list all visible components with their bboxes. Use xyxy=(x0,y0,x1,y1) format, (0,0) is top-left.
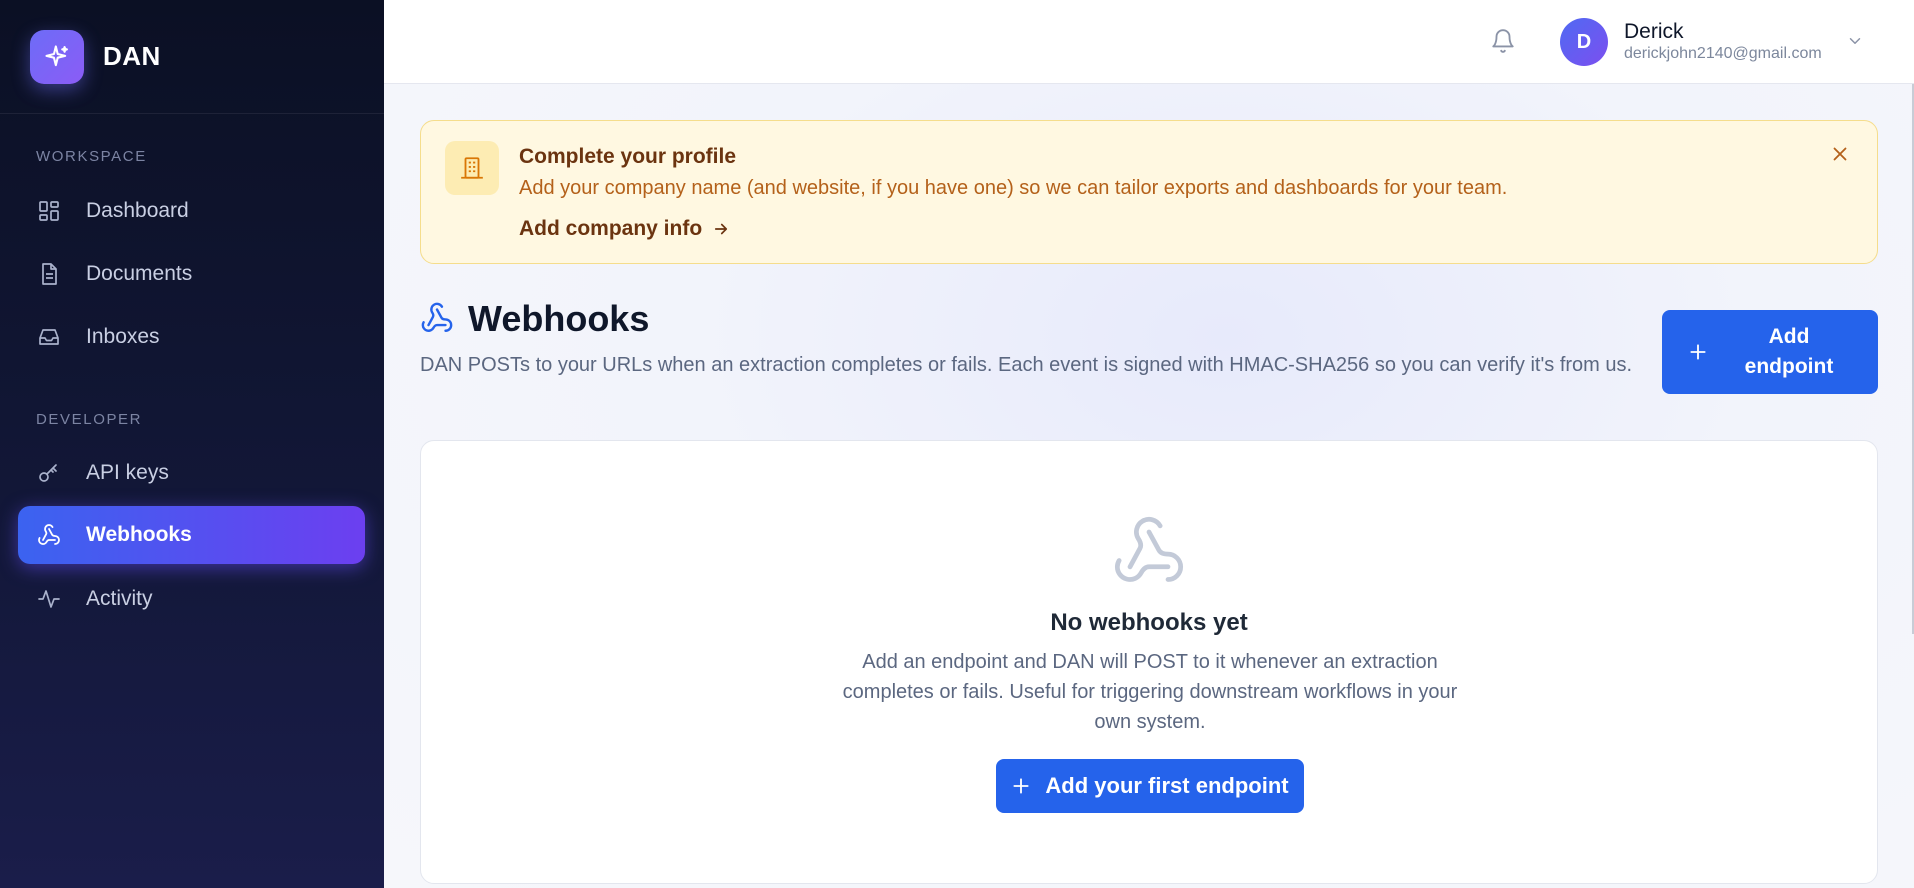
sidebar-item-inboxes[interactable]: Inboxes xyxy=(18,308,365,366)
avatar[interactable]: D xyxy=(1560,18,1608,66)
sidebar-item-webhooks[interactable]: Webhooks xyxy=(18,506,365,564)
user-email: derickjohn2140@gmail.com xyxy=(1624,45,1822,62)
add-company-info-link[interactable]: Add company info xyxy=(519,217,730,241)
user-name[interactable]: Derick xyxy=(1624,20,1684,44)
main-content: D Derick derickjohn2140@gmail.com Comple… xyxy=(384,0,1914,888)
sidebar-item-api-keys[interactable]: API keys xyxy=(18,444,365,502)
building-icon xyxy=(445,141,499,195)
sidebar-item-label: Dashboard xyxy=(86,199,189,222)
empty-state-text: Add an endpoint and DAN will POST to it … xyxy=(842,651,1458,733)
chevron-down-icon[interactable] xyxy=(1846,32,1864,50)
sidebar-item-label: API keys xyxy=(86,461,169,484)
key-icon xyxy=(36,460,62,486)
brand: DAN xyxy=(0,0,384,114)
top-bar: D Derick derickjohn2140@gmail.com xyxy=(384,0,1914,84)
nav-section-developer: DEVELOPER xyxy=(36,411,143,428)
sidebar-item-dashboard[interactable]: Dashboard xyxy=(18,182,365,240)
empty-state-title: No webhooks yet xyxy=(1050,609,1248,636)
empty-state-card: No webhooks yet Add an endpoint and DAN … xyxy=(420,440,1878,884)
sidebar: DAN WORKSPACE Dashboard Documents Inboxe… xyxy=(0,0,384,888)
banner-text: Add your company name (and website, if y… xyxy=(519,177,1508,199)
webhook-icon xyxy=(1111,513,1187,589)
sparkle-icon[interactable] xyxy=(30,29,84,84)
add-first-endpoint-label: Add your first endpoint xyxy=(1045,773,1289,798)
activity-icon xyxy=(36,586,62,612)
brand-name: DAN xyxy=(103,41,161,71)
inbox-icon xyxy=(36,324,62,350)
banner-link-label: Add company info xyxy=(519,217,703,240)
sidebar-item-label: Webhooks xyxy=(86,523,192,546)
dashboard-icon xyxy=(36,198,62,224)
sidebar-item-activity[interactable]: Activity xyxy=(18,570,365,628)
sidebar-item-label: Activity xyxy=(86,587,153,610)
add-endpoint-label: Add endpoint xyxy=(1744,325,1834,378)
page-title-text: Webhooks xyxy=(468,298,650,339)
banner-title: Complete your profile xyxy=(519,145,737,168)
plus-icon xyxy=(1013,778,1029,794)
sidebar-item-label: Inboxes xyxy=(86,325,160,348)
page-description: DAN POSTs to your URLs when an extractio… xyxy=(420,354,1633,376)
arrow-right-icon xyxy=(715,223,728,235)
profile-banner: Complete your profile Add your company n… xyxy=(420,120,1878,264)
webhook-icon xyxy=(420,301,456,337)
webhook-icon xyxy=(36,522,62,548)
nav-section-workspace: WORKSPACE xyxy=(36,148,147,165)
sidebar-item-documents[interactable]: Documents xyxy=(18,245,365,303)
add-endpoint-button[interactable]: Add endpoint xyxy=(1662,310,1878,394)
plus-icon xyxy=(1690,344,1706,360)
bell-icon[interactable] xyxy=(1490,28,1518,56)
sidebar-item-label: Documents xyxy=(86,262,193,285)
document-icon xyxy=(36,261,62,287)
close-icon[interactable] xyxy=(1829,143,1853,167)
add-first-endpoint-button[interactable]: Add your first endpoint xyxy=(996,759,1304,813)
page-title: Webhooks xyxy=(420,298,649,340)
